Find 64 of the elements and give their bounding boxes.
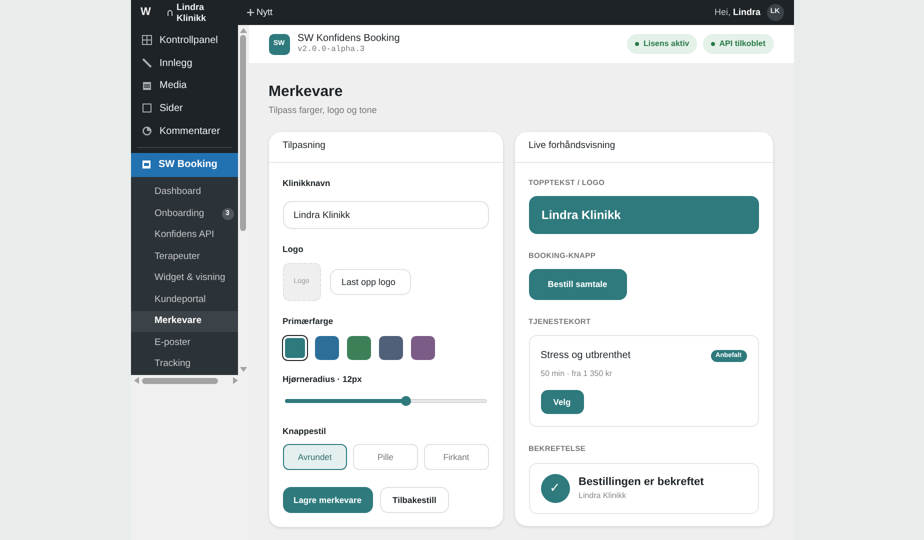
confirmation-title: Bestillingen er bekreftet xyxy=(578,474,704,490)
color-swatch[interactable] xyxy=(346,336,370,360)
menu-item[interactable]: Kontrollpanel xyxy=(130,29,238,52)
menu-item[interactable]: Sider xyxy=(130,97,238,120)
submenu-item[interactable]: Terapeuter xyxy=(130,246,238,268)
preview-header: Lindra Klinikk xyxy=(528,196,758,234)
plugin-title: SW Konfidens Booking xyxy=(298,33,400,44)
grid-icon xyxy=(142,35,152,46)
menu-item[interactable]: SW Booking xyxy=(130,153,238,176)
card-title: Tilpasning xyxy=(268,132,502,162)
card-title: Live forhåndsvisning xyxy=(514,132,772,162)
select-button[interactable]: Velg xyxy=(540,390,584,414)
submenu-item[interactable]: Dashboard xyxy=(130,182,238,203)
submenu-item[interactable]: Widget & visning xyxy=(130,268,238,289)
field-label: Primærfarge xyxy=(282,315,334,328)
color-swatch[interactable] xyxy=(378,336,402,360)
book-button[interactable]: Bestill samtale xyxy=(528,269,626,300)
color-swatch[interactable] xyxy=(314,336,338,360)
submenu-item[interactable]: Konfidens API xyxy=(130,224,238,246)
submenu-item[interactable]: Tracking xyxy=(130,354,238,375)
page-icon xyxy=(142,103,152,114)
field-label: Knappestil xyxy=(282,424,327,438)
color-swatch[interactable] xyxy=(282,336,306,360)
style-option[interactable]: Avrundet xyxy=(282,444,348,470)
status-badge: Lisens aktiv xyxy=(627,34,698,54)
field-label: Klinikknavn xyxy=(282,176,332,190)
calendar-icon xyxy=(142,160,150,170)
pin-icon xyxy=(142,58,152,68)
page-title: Merkevare xyxy=(268,83,344,101)
upload-logo-button[interactable]: Last opp logo xyxy=(330,269,410,295)
color-swatch[interactable] xyxy=(410,336,434,360)
down-arrow-icon xyxy=(240,367,246,372)
version-label: v2.0.0-alpha.3 xyxy=(298,44,366,55)
style-option[interactable]: Firkant xyxy=(424,444,489,470)
left-arrow-icon xyxy=(134,377,138,384)
menu-item[interactable]: Media xyxy=(130,74,238,98)
up-arrow-icon xyxy=(240,28,246,33)
comment-icon xyxy=(142,126,152,136)
submenu-item[interactable]: E-poster xyxy=(130,332,238,354)
check-mark: ✓ xyxy=(540,474,570,502)
submenu-item[interactable]: Kundeportal xyxy=(130,289,238,310)
page-subtitle: Tilpass farger, logo og tone xyxy=(268,104,378,117)
field-label: Hjørneradius · 12px xyxy=(282,372,363,386)
status-badge: API tilkoblet xyxy=(703,34,774,54)
submenu-item[interactable]: Merkevare xyxy=(130,310,238,332)
home-icon xyxy=(166,10,172,16)
service-title: Stress og utbrenthet xyxy=(540,349,631,364)
greeting[interactable]: Hei, Lindra xyxy=(714,6,760,20)
reset-button[interactable]: Tilbakestill xyxy=(380,487,450,514)
service-meta: 50 min · fra 1 350 kr xyxy=(540,368,614,380)
field-label: Logo xyxy=(282,243,304,256)
new-link[interactable]: Nytt xyxy=(256,6,273,20)
menu-item[interactable]: Innlegg xyxy=(130,52,238,74)
style-option[interactable]: Pille xyxy=(353,444,418,470)
right-arrow-icon xyxy=(232,377,238,384)
menu-item[interactable]: Kommentarer xyxy=(130,120,238,142)
vertical-scrollbar[interactable] xyxy=(238,25,248,375)
save-button[interactable]: Lagre merkevare xyxy=(282,487,373,514)
wordpress-logo[interactable]: W xyxy=(140,4,158,21)
plus-icon xyxy=(246,9,254,16)
clinic-name-field[interactable]: Lindra Klinikk xyxy=(282,201,488,230)
confirmation-subtitle: Lindra Klinikk xyxy=(578,490,628,502)
media-icon xyxy=(142,80,152,91)
site-link[interactable]: Lindra Klinikk xyxy=(176,2,226,24)
